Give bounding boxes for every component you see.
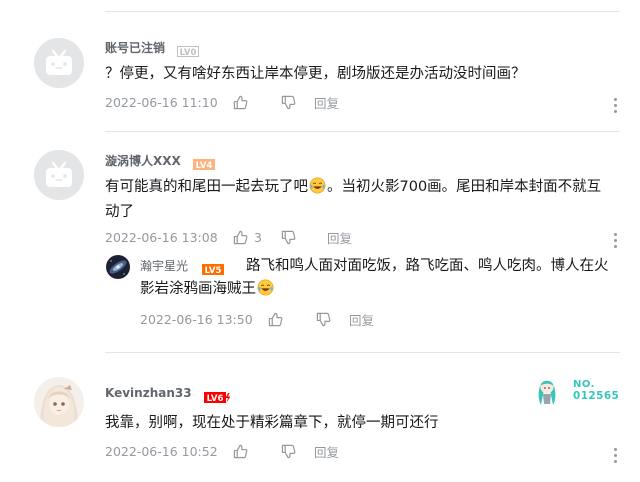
galaxy-avatar-image xyxy=(106,255,130,279)
comment-meta: 2022-06-16 11:10 回复 xyxy=(105,93,339,111)
reply-content-line2: 影岩涂鸦画海贼王 xyxy=(140,277,630,302)
like-button[interactable]: 3 xyxy=(233,230,281,245)
reply-avatar[interactable] xyxy=(106,255,130,279)
thumbs-up-icon xyxy=(268,312,283,326)
user-row: 漩涡博人XXX LV4 xyxy=(105,151,215,171)
like-button[interactable] xyxy=(233,95,281,110)
comment-meta: 2022-06-16 13:08 3 回复 xyxy=(105,228,352,246)
reply-meta: 2022-06-16 13:50 回复 xyxy=(140,310,374,328)
comment-content: ？停更，又有啥好东西让岸本停更，剧场版还是办活动没时间画？ xyxy=(105,66,526,82)
username[interactable]: 账号已注销 xyxy=(105,39,165,56)
reply-content: 路飞和鸣人面对面吃饭，路飞吃面、鸣人吃肉。博人在火 xyxy=(140,254,630,279)
avatar[interactable] xyxy=(34,38,84,88)
thumbs-up-icon xyxy=(233,230,248,244)
user-row: Kevinzhan33 LV6 xyxy=(105,384,234,404)
medal-label: NO. xyxy=(573,379,595,390)
comment-divider xyxy=(105,131,620,132)
avatar[interactable] xyxy=(34,377,84,427)
thumbs-down-icon xyxy=(316,312,331,326)
like-button[interactable] xyxy=(268,312,316,327)
thumbs-down-icon xyxy=(281,230,296,244)
comment-content: 有可能真的和尾田一起去玩了吧 。当初火影700画。尾田和岸本封面不就互 动了 xyxy=(105,175,625,225)
like-count: 3 xyxy=(254,229,262,245)
laughing-tears-emoji xyxy=(309,177,326,194)
like-button[interactable] xyxy=(233,444,281,459)
reply-button[interactable]: 回复 xyxy=(349,310,374,329)
comment-meta: 2022-06-16 10:52 回复 xyxy=(105,442,339,460)
username[interactable]: Kevinzhan33 xyxy=(105,386,192,400)
comment-text: 有可能真的和尾田一起去玩了吧 xyxy=(105,179,308,195)
level-badge-lv0: LV0 xyxy=(177,42,200,58)
comment-time: 2022-06-16 11:10 xyxy=(105,94,218,110)
svg-text:LV0: LV0 xyxy=(180,48,197,57)
default-tv-avatar-icon xyxy=(34,150,84,200)
laughing-tears-emoji xyxy=(257,279,274,296)
thumbs-up-icon xyxy=(233,444,248,458)
avatar[interactable] xyxy=(34,150,84,200)
dislike-button[interactable] xyxy=(281,95,314,110)
more-vertical-icon[interactable] xyxy=(614,448,618,463)
reply-text: 影岩涂鸦画海贼王 xyxy=(140,281,256,297)
default-tv-avatar-icon xyxy=(34,38,84,88)
thumbs-down-icon xyxy=(281,444,296,458)
fan-medal-badge: NO. 012565 xyxy=(536,376,620,408)
thumbs-up-icon xyxy=(233,95,248,109)
reply-button[interactable]: 回复 xyxy=(314,93,339,112)
dislike-button[interactable] xyxy=(281,230,327,245)
dislike-button[interactable] xyxy=(316,312,349,327)
top-divider xyxy=(105,11,620,12)
reply-button[interactable]: 回复 xyxy=(327,228,352,247)
level-badge-lv6: LV6 xyxy=(203,388,234,404)
anime-girl-avatar-image xyxy=(34,377,84,427)
reply-button[interactable]: 回复 xyxy=(314,442,339,461)
level-badge-lv4: LV4 xyxy=(192,155,215,171)
miku-figure-icon xyxy=(538,380,556,405)
user-row: 账号已注销 LV0 xyxy=(105,38,200,58)
reply-text: 路飞和鸣人面对面吃饭，路飞吃面、鸣人吃肉。博人在火 xyxy=(246,258,609,274)
username[interactable]: 漩涡博人XXX xyxy=(105,152,181,169)
comment-time: 2022-06-16 10:52 xyxy=(105,443,218,459)
reply-time: 2022-06-16 13:50 xyxy=(140,311,253,327)
more-vertical-icon[interactable] xyxy=(614,98,618,113)
svg-text:LV4: LV4 xyxy=(195,161,212,170)
comment-time: 2022-06-16 13:08 xyxy=(105,229,218,245)
thumbs-down-icon xyxy=(281,95,296,109)
comment-content: 我靠，别啊，现在处于精彩篇章下，就停一期可还行 xyxy=(105,415,439,431)
comment-text: 。当初火影700画。尾田和岸本封面不就互 xyxy=(327,179,602,195)
svg-text:LV6: LV6 xyxy=(206,394,223,403)
comment-divider xyxy=(105,352,620,353)
medal-number: 012565 xyxy=(573,390,620,402)
dislike-button[interactable] xyxy=(281,444,314,459)
comment-text: 动了 xyxy=(105,204,134,220)
more-vertical-icon[interactable] xyxy=(614,233,618,248)
